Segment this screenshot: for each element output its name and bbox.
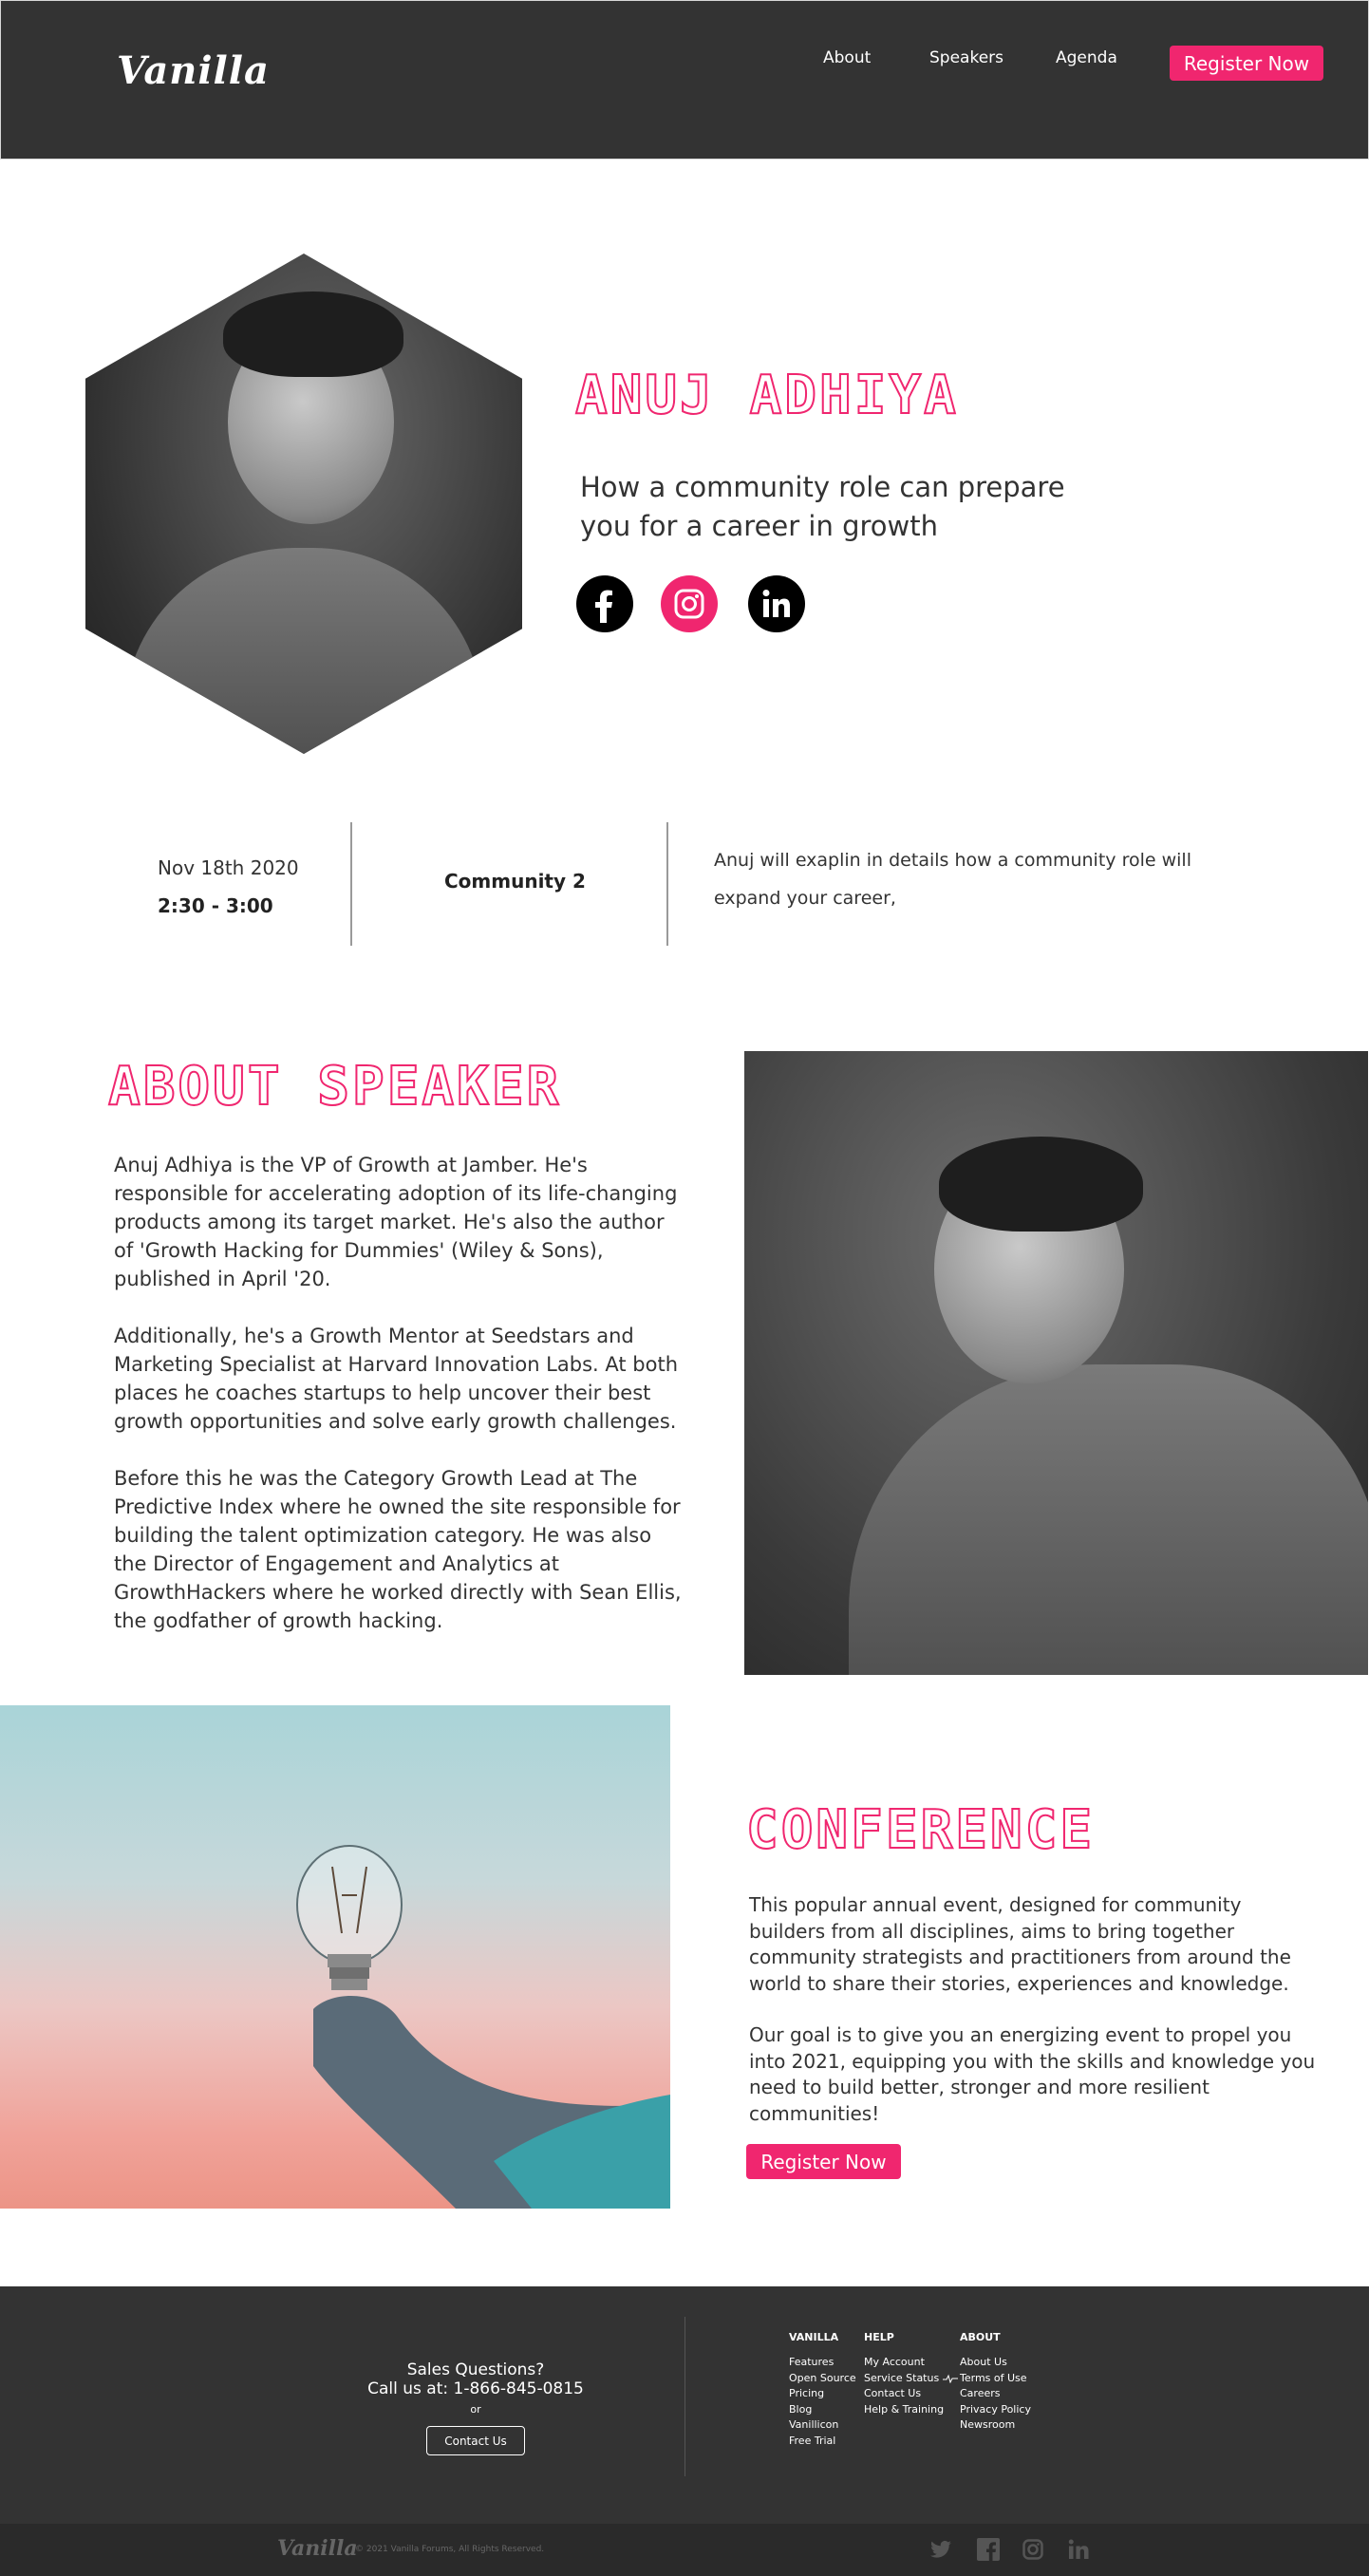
footer-column-help: HELP My Account Service Status Contact U… xyxy=(864,2331,959,2418)
about-speaker-text: Anuj Adhiya is the VP of Growth at Jambe… xyxy=(114,1151,684,1635)
footer-link-service-status[interactable]: Service Status xyxy=(864,2371,959,2387)
site-header: Vanilla About Speakers Agenda Register N… xyxy=(0,0,1369,160)
facebook-icon[interactable] xyxy=(977,2538,1000,2561)
footer-column-vanilla: VANILLA Features Open Source Pricing Blo… xyxy=(789,2331,856,2449)
session-time: 2:30 - 3:00 xyxy=(158,894,273,917)
site-footer: Sales Questions? Call us at: 1-866-845-0… xyxy=(0,2286,1369,2524)
footer-vanilla-logo[interactable]: Vanilla xyxy=(277,2536,358,2561)
footer-link-contact-us[interactable]: Contact Us xyxy=(864,2386,958,2402)
vanilla-logo[interactable]: Vanilla xyxy=(117,48,270,93)
conference-paragraph-1: This popular annual event, designed for … xyxy=(749,1893,1291,1995)
copyright-text: © 2021 Vanilla Forums, All Rights Reserv… xyxy=(355,2545,545,2554)
linkedin-icon[interactable] xyxy=(748,575,805,632)
nav-agenda[interactable]: Agenda xyxy=(1056,48,1117,67)
session-track: Community 2 xyxy=(444,870,586,893)
footer-link-privacy-policy[interactable]: Privacy Policy xyxy=(960,2402,1031,2418)
footer-link-newsroom[interactable]: Newsroom xyxy=(960,2417,1031,2434)
pulse-icon xyxy=(943,2374,959,2383)
session-description-line2: expand your career, xyxy=(714,888,896,909)
twitter-icon[interactable] xyxy=(930,2540,951,2559)
lightbulb-photo xyxy=(0,1705,670,2209)
conference-heading: CONFERENCE xyxy=(745,1798,1096,1862)
footer-link-terms-of-use[interactable]: Terms of Use xyxy=(960,2371,1031,2387)
footer-link-open-source[interactable]: Open Source xyxy=(789,2371,856,2387)
register-now-button[interactable]: Register Now xyxy=(1170,46,1323,81)
footer-link-vanillicon[interactable]: Vanillicon xyxy=(789,2417,856,2434)
footer-link-blog[interactable]: Blog xyxy=(789,2402,856,2418)
speaker-name: ANUJ ADHIYA xyxy=(574,364,959,427)
session-divider-1 xyxy=(350,822,352,946)
footer-divider xyxy=(684,2317,685,2476)
session-description-line1: Anuj will exaplin in details how a commu… xyxy=(714,850,1191,871)
about-paragraph-1: Anuj Adhiya is the VP of Growth at Jambe… xyxy=(114,1154,678,1290)
footer-link-careers[interactable]: Careers xyxy=(960,2386,1031,2402)
footer-bottom-bar: Vanilla © 2021 Vanilla Forums, All Right… xyxy=(0,2524,1369,2576)
footer-column-title: HELP xyxy=(864,2331,894,2343)
footer-link-help-training[interactable]: Help & Training xyxy=(864,2402,958,2418)
linkedin-icon[interactable] xyxy=(1068,2539,1089,2560)
speaker-portrait-hexagon xyxy=(85,254,522,754)
footer-column-title: VANILLA xyxy=(789,2331,839,2343)
instagram-icon[interactable] xyxy=(661,575,718,632)
about-speaker-heading: ABOUT SPEAKER xyxy=(107,1055,562,1119)
session-divider-2 xyxy=(666,822,668,946)
instagram-icon[interactable] xyxy=(1022,2539,1043,2560)
footer-column-title: ABOUT xyxy=(960,2331,1001,2343)
facebook-icon[interactable] xyxy=(576,575,633,632)
conference-text: This popular annual event, designed for … xyxy=(749,1892,1319,2127)
conference-register-button[interactable]: Register Now xyxy=(746,2144,901,2179)
footer-link-pricing[interactable]: Pricing xyxy=(789,2386,856,2402)
lightbulb-hand-illustration xyxy=(296,1845,670,2209)
about-paragraph-3: Before this he was the Category Growth L… xyxy=(114,1467,682,1632)
talk-title-line2: you for a career in growth xyxy=(580,510,938,542)
talk-title: How a community role can prepare you for… xyxy=(580,468,1065,546)
nav-about[interactable]: About xyxy=(823,48,871,67)
speaker-laughing-photo xyxy=(744,1051,1368,1675)
footer-link-free-trial[interactable]: Free Trial xyxy=(789,2434,856,2450)
footer-link-about-us[interactable]: About Us xyxy=(960,2355,1031,2371)
footer-link-features[interactable]: Features xyxy=(789,2355,856,2371)
about-paragraph-2: Additionally, he's a Growth Mentor at Se… xyxy=(114,1325,678,1433)
session-description: Anuj will exaplin in details how a commu… xyxy=(714,841,1191,917)
talk-title-line1: How a community role can prepare xyxy=(580,471,1065,503)
contact-us-button[interactable]: Contact Us xyxy=(426,2426,525,2455)
nav-speakers[interactable]: Speakers xyxy=(929,48,1003,67)
service-status-label: Service Status xyxy=(864,2371,940,2384)
speaker-photo xyxy=(85,254,522,754)
footer-link-my-account[interactable]: My Account xyxy=(864,2355,958,2371)
footer-column-about: ABOUT About Us Terms of Use Careers Priv… xyxy=(960,2331,1031,2434)
session-date: Nov 18th 2020 xyxy=(158,856,299,879)
conference-paragraph-2: Our goal is to give you an energizing ev… xyxy=(749,2023,1316,2125)
